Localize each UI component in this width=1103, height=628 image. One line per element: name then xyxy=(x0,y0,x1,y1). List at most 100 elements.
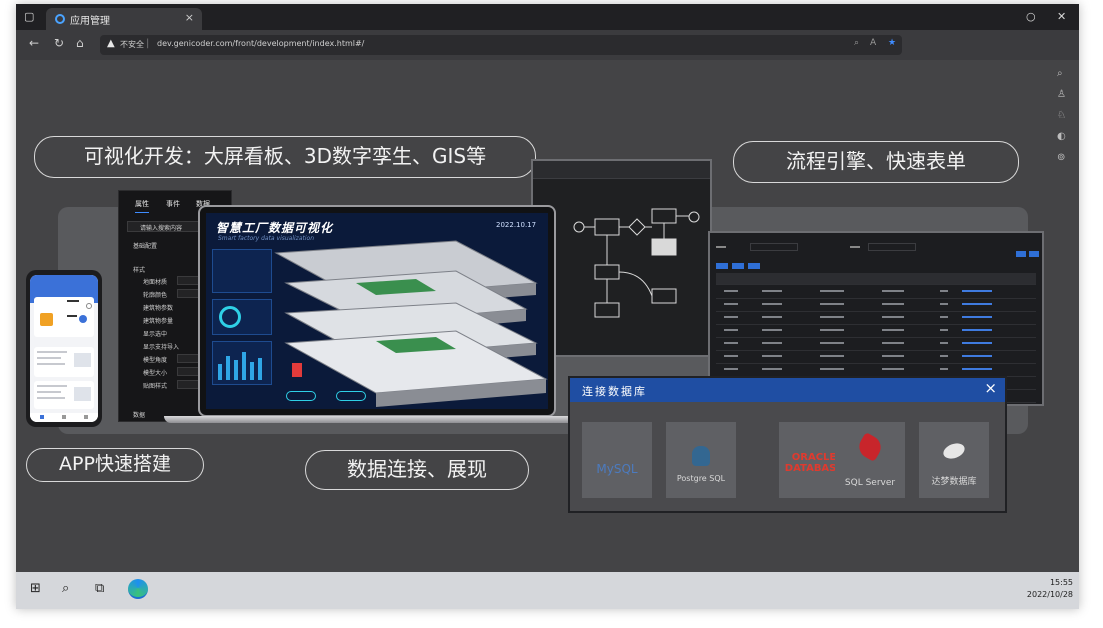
row-action-links[interactable] xyxy=(962,355,992,357)
props-row-label: 地面材质 xyxy=(143,279,168,286)
table-row[interactable] xyxy=(716,339,1036,351)
pill-data-connection: 数据连接、展现 xyxy=(305,450,529,490)
table-cell xyxy=(724,329,738,331)
table-row[interactable] xyxy=(716,287,1036,299)
minimize-icon[interactable]: ○ xyxy=(1026,4,1036,30)
pill-visual-development: 可视化开发：大屏看板、3D数字孪生、GIS等 xyxy=(34,136,536,178)
tab-title: 应用管理 xyxy=(70,16,110,27)
url-text: dev.genicoder.com/front/development/inde… xyxy=(157,39,365,48)
tab-events[interactable]: 事件 xyxy=(166,199,180,209)
row-action-links[interactable] xyxy=(962,342,992,344)
connect-database-dialog: 连接数据库 × MySQL Postgre SQL ORACLE DATABAS… xyxy=(568,376,1007,513)
row-action-links[interactable] xyxy=(962,316,992,318)
table-row[interactable] xyxy=(716,300,1036,312)
address-bar[interactable]: ▲ 不安全 | dev.genicoder.com/front/developm… xyxy=(100,35,902,55)
browser-tab[interactable]: 应用管理 × xyxy=(46,8,202,30)
props-row-label: 贴图样式 xyxy=(143,383,168,390)
navigation-bar: ← ↻ ⌂ ▲ 不安全 | dev.genicoder.com/front/de… xyxy=(16,30,1079,60)
row-action-links[interactable] xyxy=(962,329,992,331)
table-cell xyxy=(940,329,948,331)
start-menu-icon[interactable]: ⊞ xyxy=(30,581,41,596)
db-tile-postgresql[interactable]: Postgre SQL xyxy=(666,422,736,498)
workflow-graph xyxy=(573,208,700,318)
dashboard-toggle-button[interactable] xyxy=(336,391,366,401)
dialog-header: 连接数据库 × xyxy=(570,378,1005,402)
table-cell xyxy=(940,290,948,292)
table-cell xyxy=(940,355,948,357)
task-view-icon[interactable]: ⧉ xyxy=(95,581,104,596)
db-tile-dameng[interactable]: 达梦数据库 xyxy=(919,422,989,498)
table-cell xyxy=(882,316,904,318)
search-icon[interactable]: ⌕ xyxy=(62,581,69,596)
table-cell xyxy=(820,316,844,318)
factory-3d-model xyxy=(274,240,548,407)
props-footer: 数据 xyxy=(133,412,146,419)
pill-workflow-engine: 流程引擎、快速表单 xyxy=(733,141,1019,183)
phone-screen xyxy=(30,275,98,422)
zoom-icon[interactable]: ⌕ xyxy=(854,38,859,48)
table-cell xyxy=(762,342,782,344)
db-tile-sqlserver[interactable]: SQL Server xyxy=(835,422,905,498)
dialog-close-icon[interactable]: × xyxy=(984,379,997,397)
favorite-star-icon[interactable]: ★ xyxy=(888,38,896,48)
window-menu-icon[interactable]: ▢ xyxy=(24,4,34,30)
refresh-icon[interactable]: ↻ xyxy=(54,36,64,50)
db-tile-mysql[interactable]: MySQL xyxy=(582,422,652,498)
postgresql-label: Postgre SQL xyxy=(676,474,726,483)
table-cell xyxy=(724,368,738,370)
back-icon[interactable]: ← xyxy=(29,36,39,50)
section-basic-config: 基础配置 xyxy=(133,243,158,250)
table-cell xyxy=(940,316,948,318)
table-header-row xyxy=(716,273,1036,285)
title-bar: ▢ 应用管理 × ○ ✕ xyxy=(16,4,1079,30)
props-row-label: 模型大小 xyxy=(143,370,168,377)
tab-close-icon[interactable]: × xyxy=(185,11,194,24)
table-cell xyxy=(724,355,738,357)
table-cell xyxy=(762,303,782,305)
edge-browser-icon[interactable] xyxy=(128,579,148,599)
table-cell xyxy=(724,290,738,292)
table-cell xyxy=(820,368,844,370)
table-cell xyxy=(820,290,844,292)
props-row-label: 显示选中 xyxy=(143,331,168,338)
table-cell xyxy=(762,316,782,318)
home-icon[interactable]: ⌂ xyxy=(76,36,84,50)
browser-screen: ▢ 应用管理 × ○ ✕ ← ↻ ⌂ ▲ 不安全 | dev.genicoder… xyxy=(16,4,1079,609)
row-action-links[interactable] xyxy=(962,368,992,370)
table-cell xyxy=(940,368,948,370)
dashboard-screen: 智慧工厂数据可视化 Smart factory data visualizati… xyxy=(206,213,548,409)
props-row-label: 模型角度 xyxy=(143,357,168,364)
row-action-links[interactable] xyxy=(962,290,992,292)
tab-properties[interactable]: 属性 xyxy=(135,199,149,213)
outlook-icon[interactable]: ⊚ xyxy=(1057,152,1065,163)
table-row[interactable] xyxy=(716,313,1036,325)
table-cell xyxy=(882,329,904,331)
phone-tabbar xyxy=(30,413,98,422)
pill-app-builder: APP快速搭建 xyxy=(26,448,204,482)
dashboard-toggle-button[interactable] xyxy=(286,391,316,401)
shopping-icon[interactable]: ♙ xyxy=(1057,89,1066,100)
table-cell xyxy=(882,368,904,370)
taskbar: ⊞ ⌕ ⧉ 15:55 2022/10/28 xyxy=(16,572,1079,609)
tools-icon[interactable]: ♘ xyxy=(1057,110,1066,121)
row-action-links[interactable] xyxy=(962,303,992,305)
office-icon[interactable]: ◐ xyxy=(1057,131,1066,142)
dameng-icon xyxy=(941,440,967,462)
table-cell xyxy=(882,290,904,292)
address-separator: | xyxy=(146,38,150,49)
read-aloud-icon[interactable]: A xyxy=(870,38,876,48)
table-cell xyxy=(724,342,738,344)
props-row-label: 建筑物参数 xyxy=(143,305,174,312)
table-cell xyxy=(724,316,738,318)
props-row-label: 轮廓颜色 xyxy=(143,292,168,299)
close-icon[interactable]: ✕ xyxy=(1057,4,1066,30)
table-cell xyxy=(882,342,904,344)
table-row[interactable] xyxy=(716,326,1036,338)
table-cell xyxy=(820,303,844,305)
phone-list-item xyxy=(34,381,94,409)
search-side-icon[interactable]: ⌕ xyxy=(1057,68,1063,79)
warning-icon: ▲ xyxy=(107,38,115,49)
table-row[interactable] xyxy=(716,352,1036,364)
dialog-title: 连接数据库 xyxy=(582,385,647,398)
table-cell xyxy=(940,342,948,344)
